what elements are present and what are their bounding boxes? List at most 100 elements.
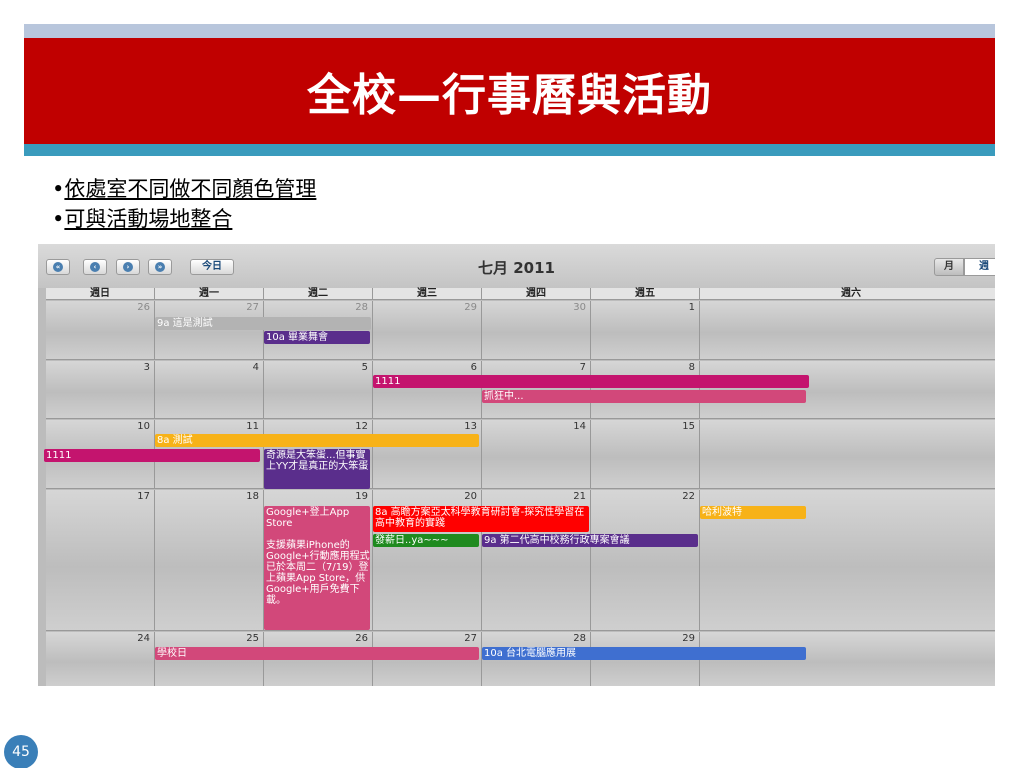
weekday-header-cell: 週四 xyxy=(482,288,591,300)
weekday-header-cell: 週二 xyxy=(264,288,373,300)
day-cell[interactable]: 3 xyxy=(46,361,155,418)
day-number: 28 xyxy=(355,302,368,313)
day-number: 11 xyxy=(246,421,259,432)
week-view-button[interactable]: 週 xyxy=(964,258,995,276)
next-year-icon: » xyxy=(155,262,165,272)
day-cell[interactable]: 15 xyxy=(591,420,700,488)
day-number: 3 xyxy=(143,362,150,373)
calendar-event[interactable]: 學校日 xyxy=(155,647,479,660)
week-row: 17 18 19 20 21 22 Google+登上App Store 支援蘋果iPhon… xyxy=(46,490,995,631)
calendar-event[interactable]: 發薪日..ya~~~ xyxy=(373,534,479,547)
calendar-toolbar: « ‹ › » 今日 七月 2011 月 週 xyxy=(38,244,995,288)
today-button[interactable]: 今日 xyxy=(190,259,234,275)
day-cell[interactable]: 14 xyxy=(482,420,591,488)
header-bottom-stripe xyxy=(24,144,995,156)
day-cell[interactable]: 26 xyxy=(46,301,155,359)
bullet-marker: • xyxy=(52,177,65,201)
bullet-text[interactable]: 可與活動場地整合 xyxy=(64,207,232,231)
weekday-header-cell: 週日 xyxy=(46,288,155,300)
calendar-event[interactable]: 10a 畢業舞會 xyxy=(264,331,370,344)
page-number: 45 xyxy=(4,735,38,768)
week-row: 3 4 5 6 7 8 1111 抓狂中... xyxy=(46,361,995,419)
day-number: 15 xyxy=(682,421,695,432)
weekday-header-cell: 週三 xyxy=(373,288,482,300)
bullet-item: •可與活動場地整合 xyxy=(52,204,316,234)
day-number: 8 xyxy=(688,362,695,373)
day-number: 1 xyxy=(688,302,695,313)
calendar-event[interactable]: 9a 這是測試 xyxy=(155,317,371,330)
day-number: 19 xyxy=(355,491,368,502)
day-number: 29 xyxy=(464,302,477,313)
week-row: 26 27 28 29 30 1 9a 這是測試 10a 畢業舞會 xyxy=(46,301,995,360)
day-cell[interactable]: 29 xyxy=(373,301,482,359)
day-number: 22 xyxy=(682,491,695,502)
month-view-button[interactable]: 月 xyxy=(934,258,964,276)
prev-year-button[interactable]: « xyxy=(46,259,70,275)
day-number: 28 xyxy=(573,633,586,644)
day-number: 29 xyxy=(682,633,695,644)
day-cell[interactable]: 30 xyxy=(482,301,591,359)
calendar-event[interactable]: 10a 台北電腦應用展 xyxy=(482,647,806,660)
day-number: 14 xyxy=(573,421,586,432)
day-cell[interactable]: 24 xyxy=(46,632,155,686)
day-number: 13 xyxy=(464,421,477,432)
next-year-button[interactable]: » xyxy=(148,259,172,275)
day-number: 4 xyxy=(252,362,259,373)
day-number: 27 xyxy=(246,302,259,313)
calendar-event[interactable]: 8a 測試 xyxy=(155,434,479,447)
day-cell[interactable]: 5 xyxy=(264,361,373,418)
calendar-event[interactable]: 9a 第二代高中校務行政專案會議 xyxy=(482,534,698,547)
calendar-event[interactable]: 奇源是大笨蛋...但事實上YY才是真正的大笨蛋 xyxy=(264,449,370,489)
day-cell[interactable] xyxy=(700,420,995,488)
day-number: 26 xyxy=(137,302,150,313)
bullet-list: •依處室不同做不同顏色管理 •可與活動場地整合 xyxy=(52,174,316,234)
day-cell[interactable]: 6 xyxy=(373,361,482,418)
bullet-text[interactable]: 依處室不同做不同顏色管理 xyxy=(64,177,316,201)
prev-year-icon: « xyxy=(53,262,63,272)
weekday-header-cell: 週六 xyxy=(700,288,995,300)
prev-month-icon: ‹ xyxy=(90,262,100,272)
bullet-marker: • xyxy=(52,207,65,231)
day-number: 17 xyxy=(137,491,150,502)
day-cell[interactable]: 22 xyxy=(591,490,700,630)
day-cell[interactable]: 1 xyxy=(591,301,700,359)
header-top-stripe xyxy=(24,24,995,38)
day-number: 30 xyxy=(573,302,586,313)
next-month-button[interactable]: › xyxy=(116,259,140,275)
week-row: 10 11 12 13 14 15 8a 測試 1111 奇源是大笨蛋...但事實上YY才是真正… xyxy=(44,420,995,489)
day-cell[interactable]: 18 xyxy=(155,490,264,630)
day-number: 10 xyxy=(137,421,150,432)
weekday-header: 週日 週一 週二 週三 週四 週五 週六 xyxy=(46,288,995,300)
day-number: 25 xyxy=(246,633,259,644)
day-number: 6 xyxy=(470,362,477,373)
calendar-event[interactable]: Google+登上App Store 支援蘋果iPhone的Google+行動應… xyxy=(264,506,370,630)
slide-title: 全校—行事曆與活動 xyxy=(307,70,712,121)
day-number: 12 xyxy=(355,421,368,432)
day-number: 21 xyxy=(573,491,586,502)
week-row: 24 25 26 27 28 29 學校日 10a 台北電腦應用展 xyxy=(46,632,995,686)
day-cell[interactable]: 4 xyxy=(155,361,264,418)
calendar-event[interactable]: 1111 xyxy=(44,449,260,462)
day-number: 18 xyxy=(246,491,259,502)
day-number: 5 xyxy=(361,362,368,373)
weekday-header-cell: 週五 xyxy=(591,288,700,300)
day-cell[interactable]: 27 xyxy=(155,301,264,359)
title-banner: 全校—行事曆與活動 xyxy=(24,38,995,144)
calendar-event[interactable]: 哈利波特 xyxy=(700,506,806,519)
day-number: 24 xyxy=(137,633,150,644)
month-title: 七月 2011 xyxy=(478,259,555,277)
day-number: 7 xyxy=(579,362,586,373)
day-number: 26 xyxy=(355,633,368,644)
day-cell[interactable]: 17 xyxy=(46,490,155,630)
bullet-item: •依處室不同做不同顏色管理 xyxy=(52,174,316,204)
day-cell[interactable] xyxy=(700,301,995,359)
calendar-event[interactable]: 8a 高瞻方案亞太科學教育研討會-探究性學習在高中教育的實踐 xyxy=(373,506,589,532)
weekday-header-cell: 週一 xyxy=(155,288,264,300)
calendar-event[interactable]: 抓狂中... xyxy=(482,390,806,403)
day-cell[interactable]: 28 xyxy=(264,301,373,359)
calendar-event[interactable]: 1111 xyxy=(373,375,809,388)
prev-month-button[interactable]: ‹ xyxy=(83,259,107,275)
next-month-icon: › xyxy=(123,262,133,272)
day-cell[interactable]: 13 xyxy=(373,420,482,488)
calendar-widget: « ‹ › » 今日 七月 2011 月 週 週日 週一 週二 週三 週四 週五 週六 26… xyxy=(38,244,995,686)
